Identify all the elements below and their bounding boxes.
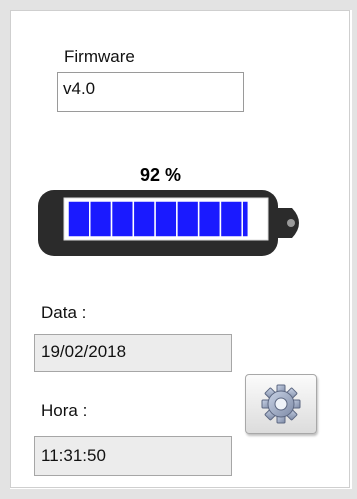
battery-segment [219,200,243,238]
battery-percent-label: 92 % [140,165,182,185]
time-label: Hora : [41,401,88,420]
battery-segments [67,200,250,238]
settings-button[interactable] [245,374,317,434]
battery-terminal-hole [287,219,295,227]
date-label: Data : [41,303,87,322]
battery-segment [154,200,178,238]
firmware-label: Firmware [64,47,135,66]
gear-icon [261,384,301,424]
battery-segment [67,200,91,238]
battery-segment [89,200,113,238]
firmware-field[interactable]: v4.0 [57,72,244,112]
date-field: 19/02/2018 [34,334,232,372]
battery-segment [197,200,222,238]
battery-segment [241,200,250,238]
battery-segment [110,200,135,238]
frame-edge-right [352,0,357,499]
frame-edge-bottom [0,489,357,499]
frame-edge-left [0,0,10,499]
battery-segment [132,200,156,238]
frame-edge-top [0,0,357,10]
battery-segment [176,200,200,238]
battery-panel-window: Firmware v4.0 92 % Data : 19/02/2018 Hor… [0,0,357,499]
time-field: 11:31:50 [34,436,232,476]
battery-gauge [38,190,299,256]
